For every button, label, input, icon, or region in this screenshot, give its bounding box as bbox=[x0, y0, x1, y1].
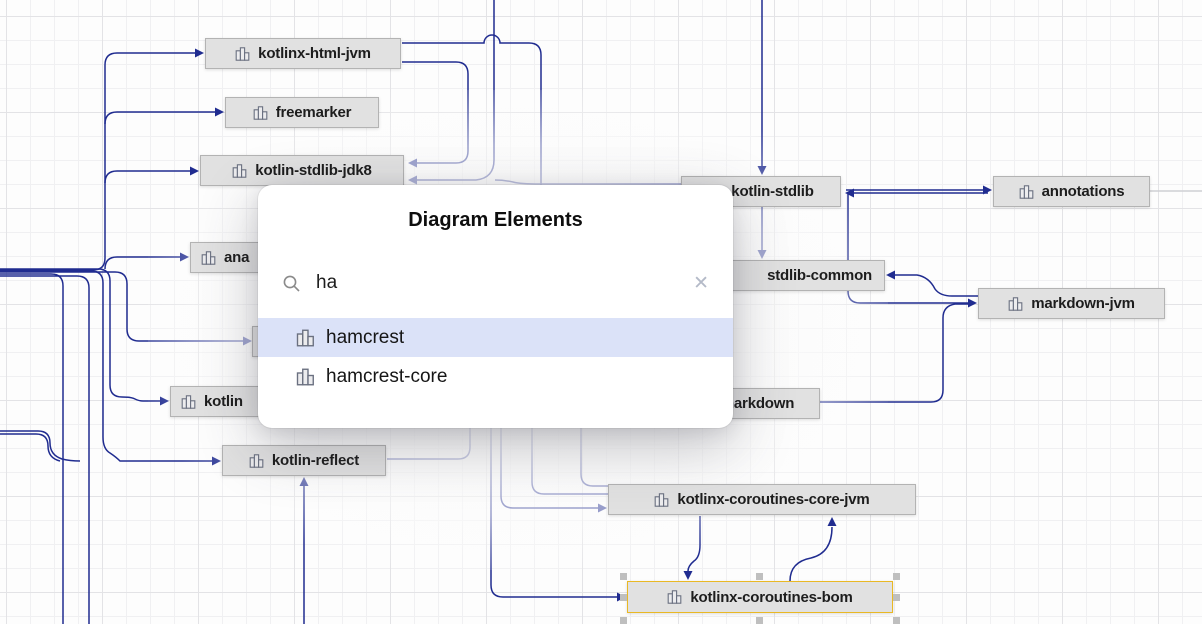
library-icon bbox=[296, 328, 316, 348]
node-annotations[interactable]: annotations bbox=[993, 176, 1150, 207]
library-icon bbox=[181, 394, 197, 410]
selection-handle[interactable] bbox=[893, 617, 900, 624]
selection-handle[interactable] bbox=[620, 594, 627, 601]
result-label: hamcrest-core bbox=[326, 366, 447, 388]
node-label: markdown-jvm bbox=[1031, 295, 1134, 312]
library-icon bbox=[201, 250, 217, 266]
selection-handle[interactable] bbox=[620, 617, 627, 624]
search-icon bbox=[282, 274, 301, 293]
library-icon bbox=[654, 492, 670, 508]
node-label: kotlinx-coroutines-core-jvm bbox=[677, 491, 869, 508]
library-icon bbox=[1008, 296, 1024, 312]
node-label: annotations bbox=[1042, 183, 1125, 200]
node-label: freemarker bbox=[276, 104, 352, 121]
node-label: kotlin-reflect bbox=[272, 452, 359, 469]
library-icon bbox=[232, 163, 248, 179]
library-icon bbox=[296, 367, 316, 387]
node-label: kotlinx-html-jvm bbox=[258, 45, 371, 62]
node-kotlinx-html-jvm[interactable]: kotlinx-html-jvm bbox=[205, 38, 401, 69]
node-label: ana bbox=[224, 249, 249, 266]
selection-handle[interactable] bbox=[893, 573, 900, 580]
close-icon[interactable]: ✕ bbox=[693, 274, 709, 293]
node-label: kotlin-stdlib bbox=[731, 183, 813, 200]
node-markdown-jvm[interactable]: markdown-jvm bbox=[978, 288, 1165, 319]
library-icon bbox=[253, 105, 269, 121]
library-icon bbox=[235, 46, 251, 62]
search-results: hamcrest hamcrest-core bbox=[258, 318, 733, 396]
node-label: stdlib-common bbox=[767, 267, 872, 284]
result-hamcrest[interactable]: hamcrest bbox=[258, 318, 733, 357]
node-kotlin-stdlib-jdk8[interactable]: kotlin-stdlib-jdk8 bbox=[200, 155, 404, 186]
search-row: ✕ bbox=[258, 263, 733, 303]
library-icon bbox=[249, 453, 265, 469]
node-label: kotlin bbox=[204, 393, 243, 410]
library-icon bbox=[1019, 184, 1035, 200]
node-label: kotlinx-coroutines-bom bbox=[690, 589, 852, 606]
node-kotlinx-coroutines-bom[interactable]: kotlinx-coroutines-bom bbox=[627, 581, 893, 613]
selection-handle[interactable] bbox=[893, 594, 900, 601]
selection-handle[interactable] bbox=[756, 617, 763, 624]
selection-handle[interactable] bbox=[620, 573, 627, 580]
result-hamcrest-core[interactable]: hamcrest-core bbox=[258, 357, 733, 396]
selection-handle[interactable] bbox=[756, 573, 763, 580]
node-freemarker[interactable]: freemarker bbox=[225, 97, 379, 128]
node-label: kotlin-stdlib-jdk8 bbox=[255, 162, 371, 179]
diagram-canvas[interactable]: kotlinx-html-jvm freemarker kotlin-stdli… bbox=[0, 0, 1202, 624]
library-icon bbox=[667, 589, 683, 605]
node-kotlinx-coroutines-core-jvm[interactable]: kotlinx-coroutines-core-jvm bbox=[608, 484, 916, 515]
popup-title: Diagram Elements bbox=[258, 209, 733, 232]
result-label: hamcrest bbox=[326, 327, 404, 349]
search-input[interactable] bbox=[314, 271, 693, 295]
node-kotlin-reflect[interactable]: kotlin-reflect bbox=[222, 445, 386, 476]
diagram-elements-popup: Diagram Elements ✕ hamcrest hamcrest-cor… bbox=[258, 185, 733, 428]
